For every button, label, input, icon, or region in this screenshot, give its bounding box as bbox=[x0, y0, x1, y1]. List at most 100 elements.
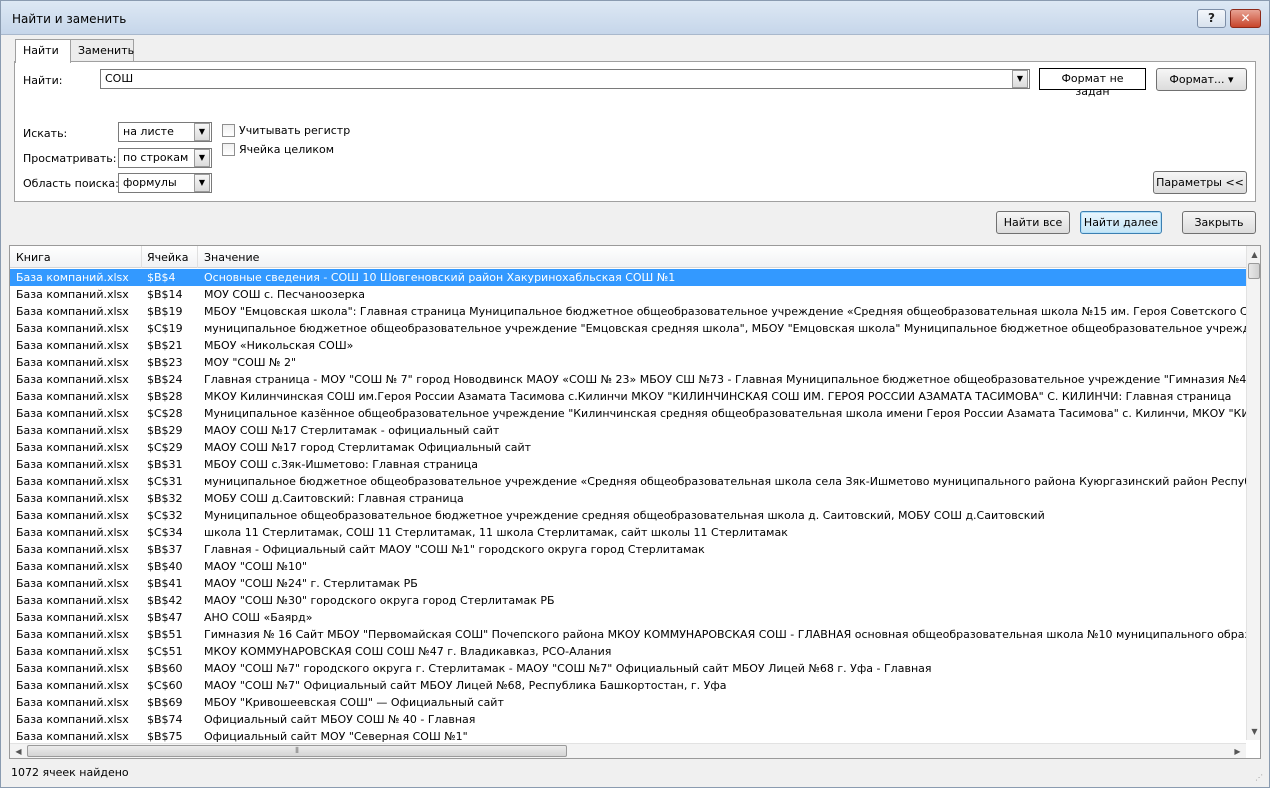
find-input[interactable]: СОШ bbox=[100, 69, 1030, 89]
cell-book: База компаний.xlsx bbox=[16, 441, 129, 454]
cell-value: МАОУ "СОШ №7" городского округа г. Стерл… bbox=[204, 662, 932, 675]
column-header-cell[interactable]: Ячейка bbox=[147, 251, 188, 264]
table-row[interactable]: База компаний.xlsx $B$23 МОУ "СОШ № 2" bbox=[10, 354, 1246, 371]
cell-address: $B$41 bbox=[147, 577, 183, 590]
status-text: 1072 ячеек найдено bbox=[11, 766, 129, 779]
find-history-dropdown[interactable]: ▼ bbox=[1012, 70, 1028, 88]
cell-book: База компаний.xlsx bbox=[16, 679, 129, 692]
table-row[interactable]: База компаний.xlsx $C$32 Муниципальное общ… bbox=[10, 507, 1246, 524]
search-order-value: по строкам bbox=[123, 151, 189, 164]
cell-book: База компаний.xlsx bbox=[16, 560, 129, 573]
results-list: Книга Ячейка Значение База компаний.xlsx… bbox=[9, 245, 1261, 759]
cell-book: База компаний.xlsx bbox=[16, 577, 129, 590]
table-row[interactable]: База компаний.xlsx $B$42 МАОУ "СОШ №30" го… bbox=[10, 592, 1246, 609]
match-entire-checkbox[interactable] bbox=[222, 143, 235, 156]
cell-book: База компаний.xlsx bbox=[16, 492, 129, 505]
column-divider[interactable] bbox=[141, 246, 142, 268]
cell-address: $C$29 bbox=[147, 441, 183, 454]
table-row[interactable]: База компаний.xlsx $B$4 Основные сведения … bbox=[10, 269, 1246, 286]
cell-value: МАОУ СОШ №17 город Стерлитамак Официальн… bbox=[204, 441, 532, 454]
table-row[interactable]: База компаний.xlsx $B$19 МБОУ "Емцовская ш… bbox=[10, 303, 1246, 320]
cell-value: МАОУ "СОШ №10" bbox=[204, 560, 308, 573]
column-header-book[interactable]: Книга bbox=[16, 251, 51, 264]
cell-value: Гимназия № 16 Сайт МБОУ "Первомайская СО… bbox=[204, 628, 1246, 641]
table-row[interactable]: База компаний.xlsx $C$31 муниципальное бюд… bbox=[10, 473, 1246, 490]
cell-address: $B$14 bbox=[147, 288, 183, 301]
table-row[interactable]: База компаний.xlsx $C$28 Муниципальное каз… bbox=[10, 405, 1246, 422]
table-row[interactable]: База компаний.xlsx $B$28 МКОУ Килинчинская… bbox=[10, 388, 1246, 405]
table-row[interactable]: База компаний.xlsx $B$69 МБОУ "Кривошеевск… bbox=[10, 694, 1246, 711]
horizontal-scrollbar[interactable]: ◀ ⦀ ▶ bbox=[10, 743, 1246, 758]
format-button[interactable]: Формат... ▾ bbox=[1156, 68, 1247, 91]
cell-address: $B$23 bbox=[147, 356, 183, 369]
find-options-panel: Найти: СОШ ▼ Формат не задан Формат... ▾… bbox=[14, 61, 1256, 202]
table-row[interactable]: База компаний.xlsx $B$32 МОБУ СОШ д.Саитов… bbox=[10, 490, 1246, 507]
table-row[interactable]: База компаний.xlsx $C$34 школа 11 Стерлита… bbox=[10, 524, 1246, 541]
cell-value: Муниципальное общеобразовательное бюджет… bbox=[204, 509, 1045, 522]
table-row[interactable]: База компаний.xlsx $B$74 Официальный сайт … bbox=[10, 711, 1246, 728]
cell-value: Официальный сайт МОУ "Северная СОШ №1" bbox=[204, 730, 468, 743]
title-bar: Найти и заменить ? ✕ bbox=[1, 1, 1269, 35]
table-row[interactable]: База компаний.xlsx $B$37 Главная - Официал… bbox=[10, 541, 1246, 558]
find-next-button[interactable]: Найти далее bbox=[1080, 211, 1162, 234]
cell-book: База компаний.xlsx bbox=[16, 628, 129, 641]
cell-book: База компаний.xlsx bbox=[16, 305, 129, 318]
cell-address: $B$21 bbox=[147, 339, 183, 352]
table-row[interactable]: База компаний.xlsx $C$19 муниципальное бюд… bbox=[10, 320, 1246, 337]
match-case-checkbox[interactable] bbox=[222, 124, 235, 137]
cell-value: муниципальное бюджетное общеобразователь… bbox=[204, 475, 1246, 488]
vertical-scroll-thumb[interactable] bbox=[1248, 263, 1260, 279]
table-row[interactable]: База компаний.xlsx $B$31 МБОУ СОШ с.Зяк-Иш… bbox=[10, 456, 1246, 473]
table-row[interactable]: База компаний.xlsx $B$24 Главная страница … bbox=[10, 371, 1246, 388]
table-row[interactable]: База компаний.xlsx $B$40 МАОУ "СОШ №10" bbox=[10, 558, 1246, 575]
match-entire-label[interactable]: Ячейка целиком bbox=[239, 143, 334, 156]
cell-value: МКОУ Килинчинская СОШ им.Героя России Аз… bbox=[204, 390, 1232, 403]
cell-value: МБОУ «Никольская СОШ» bbox=[204, 339, 354, 352]
cell-value: МАОУ "СОШ №30" городского округа город С… bbox=[204, 594, 555, 607]
cell-book: База компаний.xlsx bbox=[16, 424, 129, 437]
scroll-right-icon[interactable]: ▶ bbox=[1230, 744, 1245, 758]
cell-address: $C$31 bbox=[147, 475, 183, 488]
cell-value: МОУ "СОШ № 2" bbox=[204, 356, 297, 369]
close-button[interactable]: Закрыть bbox=[1182, 211, 1256, 234]
table-row[interactable]: База компаний.xlsx $C$51 МКОУ КОММУНАРОВСК… bbox=[10, 643, 1246, 660]
tab-replace[interactable]: Заменить bbox=[70, 39, 134, 61]
look-in-dropdown[interactable]: ▼ bbox=[194, 174, 210, 192]
tab-find[interactable]: Найти bbox=[15, 39, 71, 63]
search-order-dropdown[interactable]: ▼ bbox=[194, 149, 210, 167]
cell-address: $B$40 bbox=[147, 560, 183, 573]
scroll-left-icon[interactable]: ◀ bbox=[11, 744, 26, 758]
resize-grip-icon[interactable]: ⋰ bbox=[1255, 773, 1265, 783]
table-row[interactable]: База компаний.xlsx $B$21 МБОУ «Никольская … bbox=[10, 337, 1246, 354]
cell-book: База компаний.xlsx bbox=[16, 509, 129, 522]
options-toggle-button[interactable]: Параметры << bbox=[1153, 171, 1247, 194]
horizontal-scroll-thumb[interactable]: ⦀ bbox=[27, 745, 567, 757]
cell-book: База компаний.xlsx bbox=[16, 288, 129, 301]
column-header-value[interactable]: Значение bbox=[204, 251, 259, 264]
find-all-button[interactable]: Найти все bbox=[996, 211, 1070, 234]
cell-address: $B$60 bbox=[147, 662, 183, 675]
table-row[interactable]: База компаний.xlsx $B$51 Гимназия № 16 Сай… bbox=[10, 626, 1246, 643]
column-divider[interactable] bbox=[197, 246, 198, 268]
scroll-up-icon[interactable]: ▲ bbox=[1247, 247, 1260, 262]
cell-book: База компаний.xlsx bbox=[16, 645, 129, 658]
vertical-scrollbar[interactable]: ▲ ▼ bbox=[1246, 246, 1260, 740]
match-case-label[interactable]: Учитывать регистр bbox=[239, 124, 350, 137]
table-row[interactable]: База компаний.xlsx $B$60 МАОУ "СОШ №7" гор… bbox=[10, 660, 1246, 677]
table-row[interactable]: База компаний.xlsx $B$14 МОУ СОШ с. Песчан… bbox=[10, 286, 1246, 303]
find-label: Найти: bbox=[23, 74, 63, 87]
cell-address: $B$4 bbox=[147, 271, 176, 284]
cell-address: $B$19 bbox=[147, 305, 183, 318]
help-button[interactable]: ? bbox=[1197, 9, 1226, 28]
table-row[interactable]: База компаний.xlsx $B$41 МАОУ "СОШ №24" г.… bbox=[10, 575, 1246, 592]
close-window-button[interactable]: ✕ bbox=[1230, 9, 1261, 28]
chevron-down-icon: ▼ bbox=[198, 178, 206, 187]
within-dropdown[interactable]: ▼ bbox=[194, 123, 210, 141]
table-row[interactable]: База компаний.xlsx $B$47 АНО СОШ «Баярд» bbox=[10, 609, 1246, 626]
table-row[interactable]: База компаний.xlsx $C$29 МАОУ СОШ №17 горо… bbox=[10, 439, 1246, 456]
table-row[interactable]: База компаний.xlsx $B$29 МАОУ СОШ №17 Стер… bbox=[10, 422, 1246, 439]
table-row[interactable]: База компаний.xlsx $C$60 МАОУ "СОШ №7" Офи… bbox=[10, 677, 1246, 694]
cell-address: $C$19 bbox=[147, 322, 183, 335]
scroll-down-icon[interactable]: ▼ bbox=[1247, 724, 1260, 739]
cell-address: $B$51 bbox=[147, 628, 183, 641]
